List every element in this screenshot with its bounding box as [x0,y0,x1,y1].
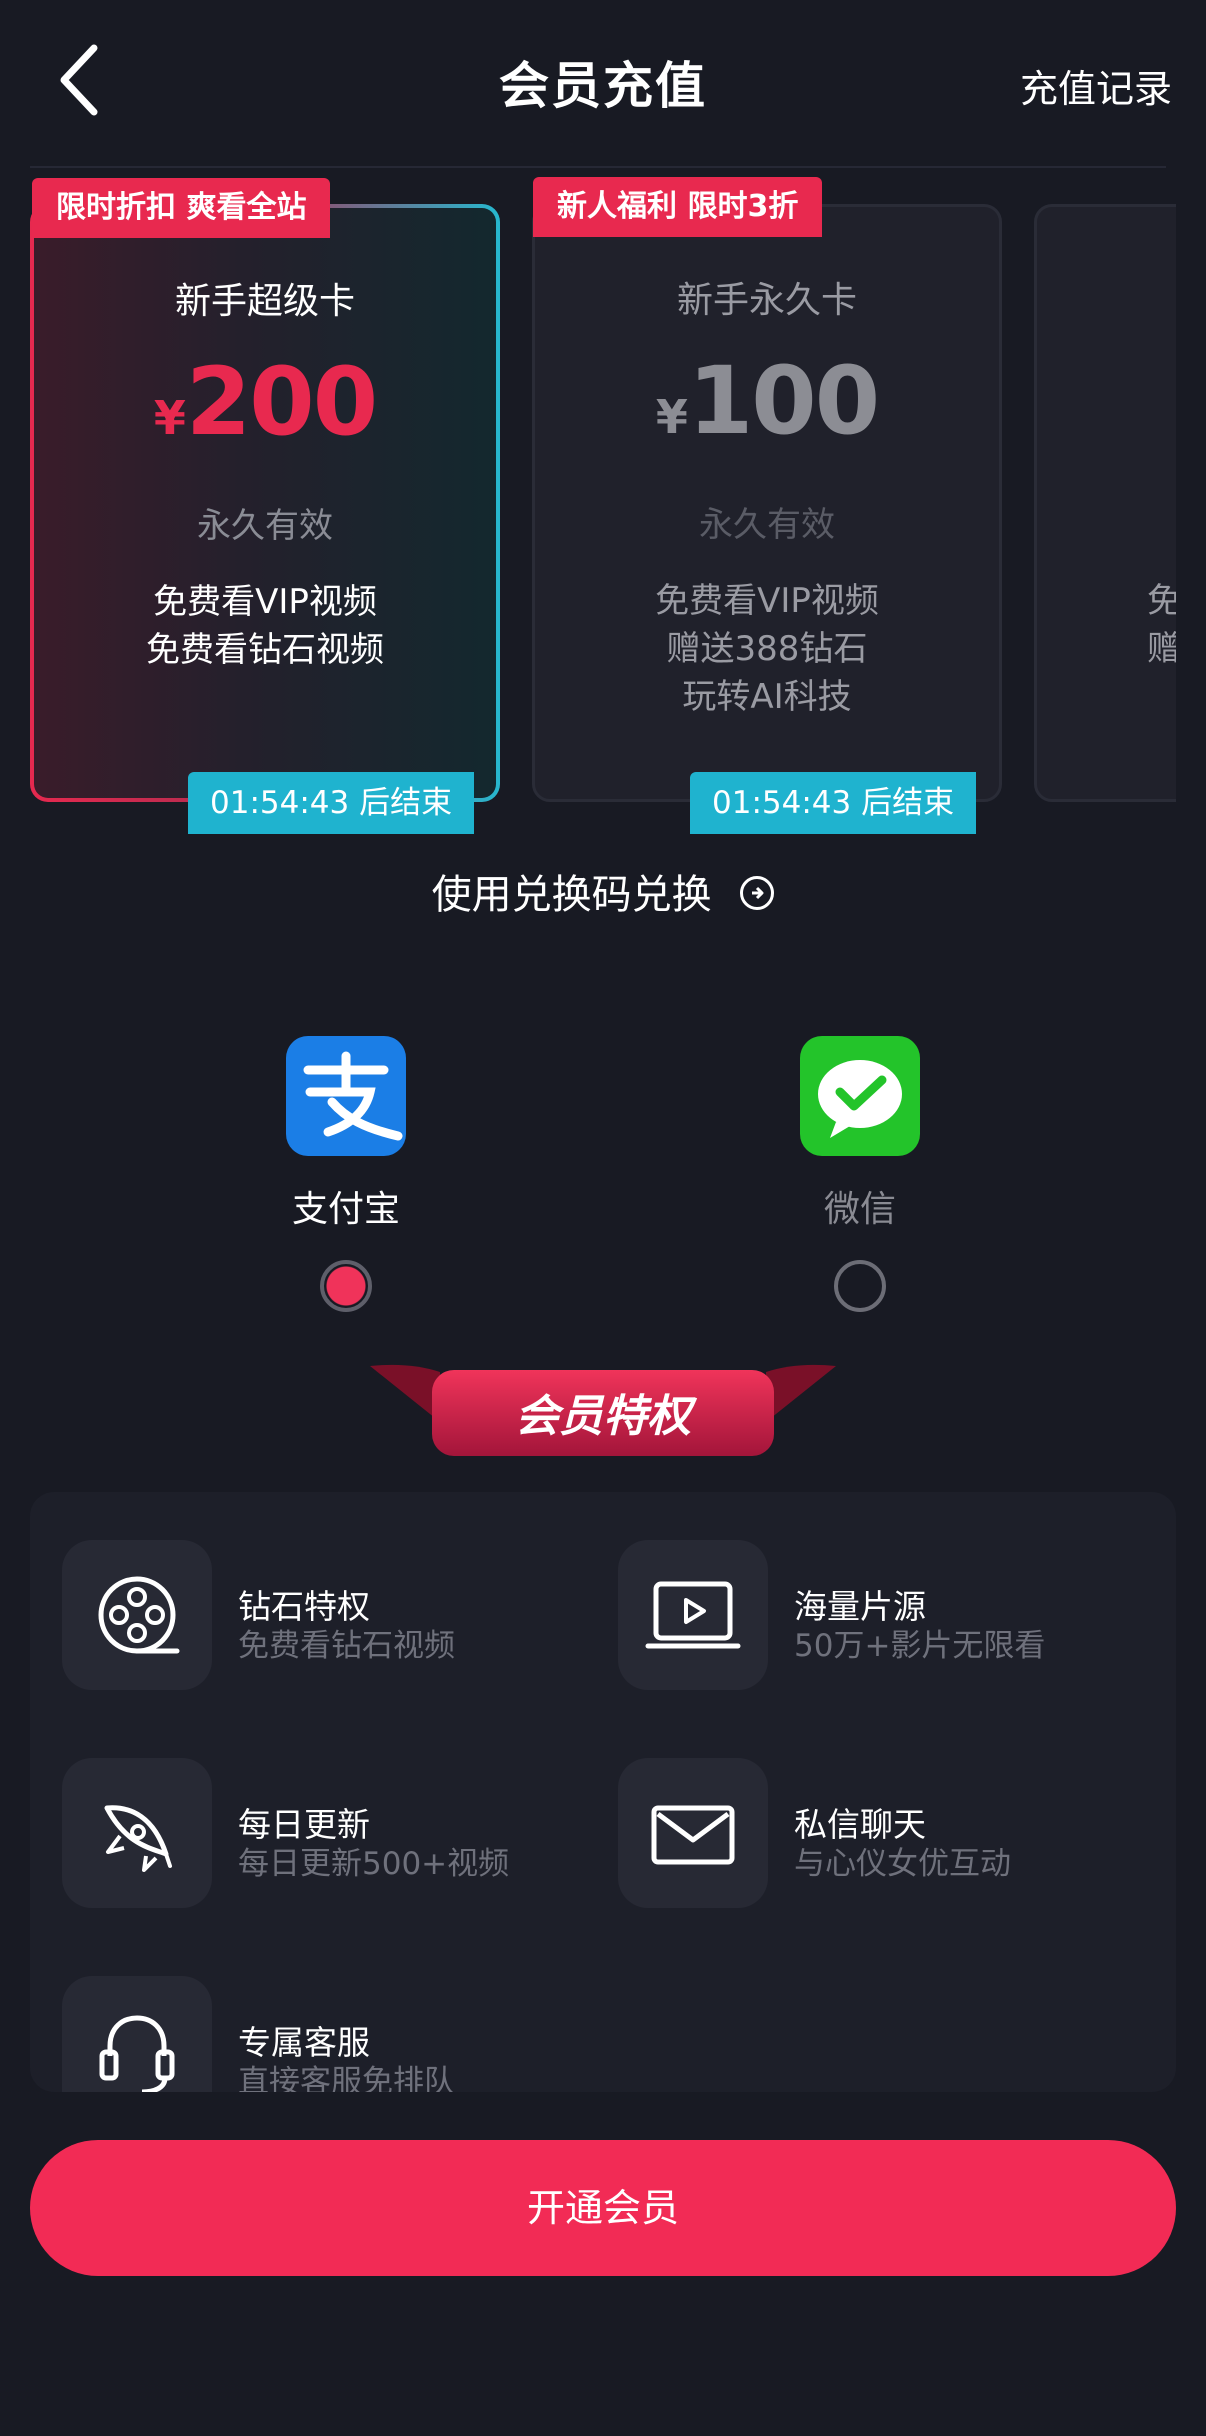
plan-card-permanent[interactable]: 新人福利 限时3折 新手永久卡 ¥100 永久有效 免费看VIP视频 赠送388… [532,177,1002,802]
plan-badge: 新人福利 限时3折 [533,177,823,237]
redeem-label: 使用兑换码兑换 [431,872,712,918]
redeem-code-link[interactable]: 使用兑换码兑换 [0,862,1206,920]
header-divider [30,166,1166,168]
privilege-item: 钻石特权 免费看钻石视频 [30,1540,550,1690]
plan-validity: 永久有效 [699,505,835,545]
privilege-subtitle: 50万+影片无限看 [794,1628,1046,1664]
arrow-circle-right-icon [740,876,775,910]
radio-selected[interactable] [320,1260,372,1312]
alipay-icon [286,1036,406,1156]
video-screen-icon [618,1540,768,1690]
privilege-item: 每日更新 每日更新500+视频 [30,1758,550,1908]
price-amount: 200 [185,348,378,457]
payment-option-wechat[interactable]: 微信 [760,1036,960,1312]
plan-feature: 赠送388钻石 [666,629,868,669]
plan-validity: 永久有效 [197,506,333,546]
price-amount: 100 [687,347,880,456]
privilege-item: 海量片源 50万+影片无限看 [586,1540,1106,1690]
currency-symbol: ¥ [655,390,688,444]
plan-features: 免费看VIP视频 免费看钻石视频 [34,578,496,674]
plan-badge: 限时折扣 爽看全站 [32,178,331,238]
radio-unselected[interactable] [834,1260,886,1312]
scroll-edge-mask [1176,190,1206,830]
privileges-panel: 钻石特权 免费看钻石视频 海量片源 50万+影片无限看 每日更新 每日更新500… [30,1492,1176,2092]
privilege-subtitle: 每日更新500+视频 [238,1846,510,1882]
recharge-history-link[interactable]: 充值记录 [1020,58,1172,113]
plan-price: ¥200 [34,356,496,450]
plan-feature: 免费看VIP视频 [153,582,377,622]
envelope-icon [618,1758,768,1908]
plan-feature: 玩转AI科技 [682,677,852,717]
plan-timer: 01:54:43 后结束 [690,772,977,834]
privileges-banner: 会员特权 [370,1362,836,1458]
film-reel-icon [62,1540,212,1690]
plan-feature: 免费看VIP视频 [655,581,879,621]
privilege-subtitle: 直接客服免排队 [238,2064,455,2092]
payment-label: 微信 [823,1189,896,1230]
plan-price: ¥100 [535,355,999,449]
wechat-pay-icon [800,1036,920,1156]
currency-symbol: ¥ [153,391,186,445]
payment-option-alipay[interactable]: 支付宝 [246,1036,446,1312]
privilege-subtitle: 与心仪女优互动 [794,1846,1011,1882]
privilege-item: 专属客服 直接客服免排队 [30,1976,550,2092]
plan-name: 新手超级卡 [174,281,355,322]
plan-name: 新手永久卡 [676,280,857,321]
headset-icon [62,1976,212,2092]
privilege-item: 私信聊天 与心仪女优互动 [586,1758,1106,1908]
plan-features: 免费看VIP视频 赠送388钻石 玩转AI科技 [535,577,999,721]
privilege-subtitle: 免费看钻石视频 [238,1628,455,1664]
payment-label: 支付宝 [291,1189,400,1230]
plan-feature: 免费看钻石视频 [146,630,384,670]
plan-card-super[interactable]: 限时折扣 爽看全站 新手超级卡 ¥200 永久有效 免费看VIP视频 免费看钻石… [30,178,500,802]
open-membership-button[interactable]: 开通会员 [30,2140,1176,2276]
rocket-icon [62,1758,212,1908]
privileges-title: 会员特权 [515,1391,691,1442]
plan-timer: 01:54:43 后结束 [188,772,475,834]
